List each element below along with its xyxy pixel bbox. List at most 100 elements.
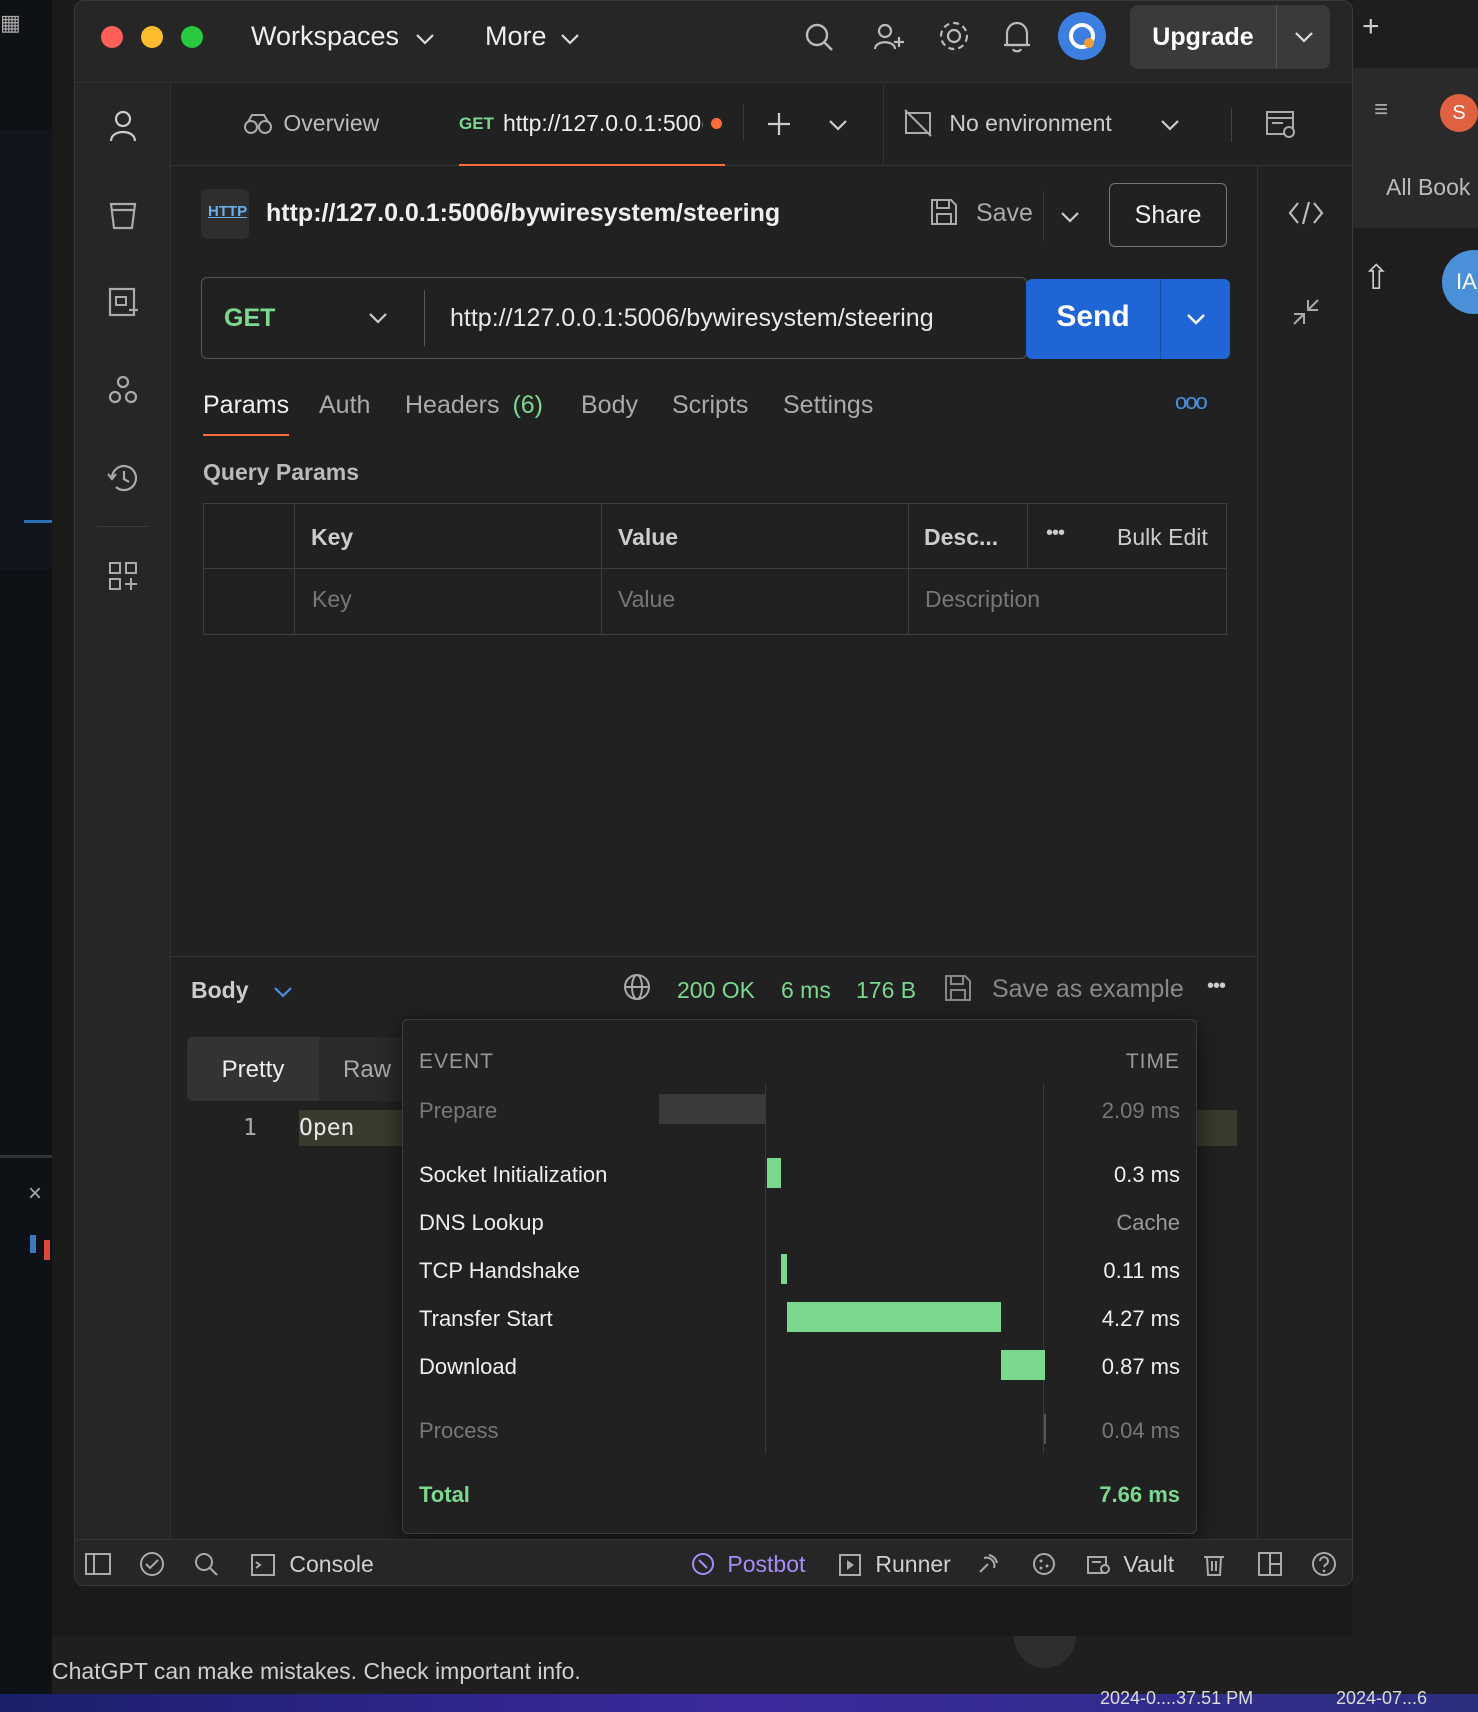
environments-icon[interactable] xyxy=(101,282,145,322)
method-select[interactable]: GET xyxy=(202,278,424,358)
send-button[interactable]: Send xyxy=(1026,279,1230,359)
taskbar-item-left[interactable]: 2024-0....37.51 PM xyxy=(1100,1688,1253,1709)
bulk-edit-button[interactable]: Bulk Edit xyxy=(1117,524,1208,551)
avatar[interactable] xyxy=(1058,12,1106,60)
chevron-down-icon xyxy=(274,987,292,998)
add-user-icon[interactable] xyxy=(871,19,907,55)
all-books-label[interactable]: All Book xyxy=(1386,174,1470,201)
response-divider[interactable] xyxy=(171,956,1257,957)
vault-button[interactable]: Vault xyxy=(1087,1551,1174,1578)
environment-selector[interactable]: No environment xyxy=(903,108,1180,138)
timing-bar xyxy=(1001,1350,1045,1380)
search-icon[interactable] xyxy=(801,19,837,55)
value-input[interactable]: Value xyxy=(618,586,675,613)
user-icon[interactable] xyxy=(101,106,145,146)
http-badge-label: HTTP xyxy=(208,203,248,220)
timing-row-time: 0.3 ms xyxy=(1113,1162,1180,1187)
sidebar-divider xyxy=(97,526,149,527)
toggle-sidebar-icon[interactable] xyxy=(83,1550,113,1578)
column-options-icon[interactable]: ••• xyxy=(1046,522,1065,545)
tab-settings[interactable]: Settings xyxy=(783,391,873,420)
runner-button[interactable]: Runner xyxy=(839,1551,951,1578)
status-bar: Console Postbot Runner Vault xyxy=(75,1539,1352,1585)
view-tab-raw[interactable]: Raw xyxy=(319,1037,409,1101)
response-more-icon[interactable]: ••• xyxy=(1207,975,1226,998)
tab-overview[interactable]: Overview xyxy=(243,110,379,137)
layout-icon[interactable] xyxy=(1255,1550,1285,1578)
maximize-window-button[interactable] xyxy=(181,26,203,48)
taskbar-item-right[interactable]: 2024-07...6 xyxy=(1336,1688,1427,1709)
right-rail xyxy=(1257,166,1352,1539)
background-browser-window: + ≡ S All Book ⇧ IA xyxy=(1352,0,1478,1712)
chevron-down-icon xyxy=(561,34,579,45)
more-options-icon[interactable]: ooo xyxy=(1175,389,1208,415)
tab-url: http://127.0.0.1:500( xyxy=(503,110,703,136)
cookie-icon[interactable] xyxy=(1029,1550,1059,1578)
url-input[interactable]: http://127.0.0.1:5006/bywiresystem/steer… xyxy=(450,304,934,333)
taskbar: 2024-0....37.51 PM 2024-07...6 xyxy=(0,1688,1478,1712)
save-button[interactable]: Save xyxy=(929,197,1033,228)
share-button[interactable]: Share xyxy=(1109,183,1227,247)
satellite-icon[interactable] xyxy=(973,1550,1003,1578)
workspaces-menu[interactable]: Workspaces xyxy=(251,21,435,52)
binoculars-icon xyxy=(244,114,272,134)
new-tab-icon[interactable] xyxy=(759,104,799,144)
add-tab-icon[interactable]: + xyxy=(1362,10,1380,44)
history-icon[interactable] xyxy=(101,458,145,498)
console-icon xyxy=(251,1554,275,1576)
environment-quick-look-icon[interactable] xyxy=(1261,104,1301,144)
status-badge[interactable]: 200 OK xyxy=(677,977,755,1004)
apis-icon[interactable] xyxy=(101,370,145,410)
avatar-ia[interactable]: IA xyxy=(1442,250,1478,314)
save-example-button[interactable]: Save as example xyxy=(943,973,1184,1004)
bell-icon[interactable] xyxy=(999,17,1035,55)
upgrade-button[interactable]: Upgrade xyxy=(1130,5,1330,69)
console-label: Console xyxy=(289,1551,374,1577)
tab-scripts[interactable]: Scripts xyxy=(672,391,748,420)
collections-icon[interactable] xyxy=(101,194,145,234)
tab-params[interactable]: Params xyxy=(203,391,290,436)
description-input[interactable]: Description xyxy=(925,586,1040,613)
more-menu[interactable]: More xyxy=(485,21,580,52)
key-input[interactable]: Key xyxy=(312,586,352,613)
view-tab-pretty[interactable]: Pretty xyxy=(187,1037,319,1101)
play-icon xyxy=(839,1554,861,1576)
chevron-down-icon[interactable] xyxy=(1053,203,1087,231)
help-icon[interactable] xyxy=(1309,1550,1339,1578)
tab-headers[interactable]: Headers (6) xyxy=(405,391,543,420)
view-tab-raw-label: Raw xyxy=(343,1056,392,1083)
check-circle-icon[interactable] xyxy=(137,1550,167,1578)
collapse-icon[interactable] xyxy=(1288,294,1324,330)
chevron-down-icon[interactable] xyxy=(823,110,853,140)
queue-icon[interactable]: ≡ xyxy=(1374,96,1388,124)
avatar-s[interactable]: S xyxy=(1440,94,1478,132)
code-icon[interactable] xyxy=(1286,196,1326,230)
globe-icon[interactable] xyxy=(621,971,653,1003)
request-title[interactable]: http://127.0.0.1:5006/bywiresystem/steer… xyxy=(266,199,780,228)
search-icon[interactable] xyxy=(191,1550,221,1578)
tab-body[interactable]: Body xyxy=(581,391,638,420)
chevron-down-icon[interactable] xyxy=(1294,31,1314,43)
send-label: Send xyxy=(1056,300,1130,333)
timing-row-label: Process xyxy=(419,1418,499,1443)
tab-headers-label: Headers xyxy=(405,391,500,419)
gear-icon[interactable] xyxy=(935,17,973,55)
close-window-button[interactable] xyxy=(101,26,123,48)
upload-icon[interactable]: ⇧ xyxy=(1362,258,1391,298)
share-label: Share xyxy=(1134,201,1202,229)
tab-active-request[interactable]: GET http://127.0.0.1:500( xyxy=(459,84,725,166)
trash-icon[interactable] xyxy=(1199,1550,1229,1578)
add-apps-icon[interactable] xyxy=(101,556,145,596)
postbot-button[interactable]: Postbot xyxy=(691,1551,805,1578)
tab-auth[interactable]: Auth xyxy=(319,391,370,420)
chevron-down-icon[interactable] xyxy=(1186,313,1206,325)
timing-event-header: EVENT xyxy=(419,1050,495,1073)
minimize-window-button[interactable] xyxy=(141,26,163,48)
response-size[interactable]: 176 B xyxy=(856,977,916,1004)
response-line-text[interactable]: Open xyxy=(299,1115,354,1141)
response-time[interactable]: 6 ms xyxy=(781,977,831,1004)
request-bar: GET http://127.0.0.1:5006/bywiresystem/s… xyxy=(201,277,1027,359)
close-icon[interactable]: × xyxy=(28,1180,42,1208)
console-button[interactable]: Console xyxy=(251,1551,374,1578)
response-body-selector[interactable]: Body xyxy=(191,977,293,1004)
